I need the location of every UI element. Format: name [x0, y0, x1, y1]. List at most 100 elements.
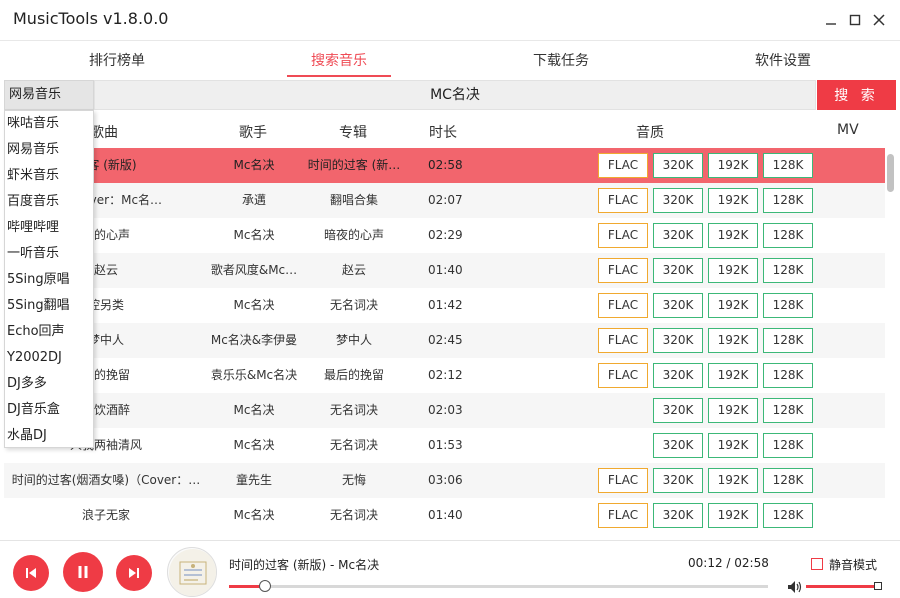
- table-row[interactable]: 后的挽留 袁乐乐&Mc名决 最后的挽留 02:12 FLAC 320K 192K 128K: [4, 358, 885, 393]
- song-album: 无悔: [341, 473, 366, 487]
- quality-128k-button[interactable]: 128K: [763, 468, 813, 493]
- progress-handle[interactable]: [259, 580, 272, 592]
- quality-128k-button[interactable]: 128K: [763, 398, 813, 423]
- quality-flac-button[interactable]: FLAC: [598, 328, 648, 353]
- source-option[interactable]: 哔哩哔哩: [5, 215, 93, 241]
- quality-flac-button[interactable]: FLAC: [598, 258, 648, 283]
- source-option[interactable]: 5Sing翻唱: [5, 293, 93, 319]
- quality-192k-button[interactable]: 192K: [708, 398, 758, 423]
- source-option[interactable]: Echo回声: [5, 319, 93, 345]
- quality-320k-button[interactable]: 320K: [653, 363, 703, 388]
- volume-handle[interactable]: [874, 582, 882, 590]
- quality-128k-button[interactable]: 128K: [763, 328, 813, 353]
- quality-192k-button[interactable]: 192K: [708, 258, 758, 283]
- source-select[interactable]: 网易音乐: [4, 80, 94, 110]
- source-option[interactable]: 5Sing原唱: [5, 267, 93, 293]
- quality-128k-button[interactable]: 128K: [763, 503, 813, 528]
- progress-bar[interactable]: [229, 580, 768, 592]
- quality-128k-button[interactable]: 128K: [763, 188, 813, 213]
- quality-192k-button[interactable]: 192K: [708, 503, 758, 528]
- source-option[interactable]: 网易音乐: [5, 137, 93, 163]
- song-album: 翻唱合集: [329, 193, 378, 207]
- quality-flac-button[interactable]: FLAC: [598, 188, 648, 213]
- song-duration: 02:07: [428, 193, 463, 207]
- song-artist: 歌者风度&Mc…: [210, 263, 298, 277]
- song-duration: 01:40: [428, 508, 463, 522]
- tab-settings[interactable]: 软件设置: [738, 41, 828, 81]
- quality-128k-button[interactable]: 128K: [763, 363, 813, 388]
- scrollbar-thumb[interactable]: [887, 154, 894, 192]
- song-title: 时间的过客(烟酒女嗓)（Cover：…: [11, 473, 201, 487]
- song-artist: Mc名决: [233, 508, 275, 522]
- active-tab-indicator: [287, 75, 391, 77]
- quality-192k-button[interactable]: 192K: [708, 188, 758, 213]
- quality-320k-button[interactable]: 320K: [653, 223, 703, 248]
- quality-320k-button[interactable]: 320K: [653, 503, 703, 528]
- source-option[interactable]: Y2002DJ: [5, 345, 93, 371]
- quality-128k-button[interactable]: 128K: [763, 223, 813, 248]
- search-input[interactable]: MC名决: [94, 80, 816, 110]
- source-option[interactable]: 虾米音乐: [5, 163, 93, 189]
- table-header: 歌曲 歌手 专辑 时长 音质 MV: [0, 112, 900, 148]
- source-option[interactable]: 百度音乐: [5, 189, 93, 215]
- quality-flac-button[interactable]: FLAC: [598, 503, 648, 528]
- volume-slider[interactable]: [806, 582, 882, 590]
- song-artist: Mc名决: [233, 403, 275, 417]
- song-artist: 童先生: [235, 473, 272, 487]
- song-album: 赵云: [341, 263, 366, 277]
- quality-320k-button[interactable]: 320K: [653, 153, 703, 178]
- table-row[interactable]: 梦中人 Mc名决&李伊曼 梦中人 02:45 FLAC 320K 192K 128K: [4, 323, 885, 358]
- quality-flac-button[interactable]: FLAC: [598, 468, 648, 493]
- search-button[interactable]: 搜 索: [817, 80, 896, 110]
- quality-192k-button[interactable]: 192K: [708, 433, 758, 458]
- table-row[interactable]: 生（Cover：Mc名… 承邁 翻唱合集 02:07 FLAC 320K 192K 128K: [4, 183, 885, 218]
- source-option[interactable]: 一听音乐: [5, 241, 93, 267]
- quality-flac-button[interactable]: FLAC: [598, 223, 648, 248]
- quality-flac-button[interactable]: FLAC: [598, 363, 648, 388]
- song-list-scrollbar[interactable]: [885, 148, 897, 540]
- table-row[interactable]: 我饮酒醉 Mc名决 无名词决 02:03 320K 192K 128K: [4, 393, 885, 428]
- quality-320k-button[interactable]: 320K: [653, 293, 703, 318]
- speaker-icon[interactable]: [787, 580, 803, 594]
- quality-192k-button[interactable]: 192K: [708, 223, 758, 248]
- table-row[interactable]: 夜的心声 Mc名决 暗夜的心声 02:29 FLAC 320K 192K 128K: [4, 218, 885, 253]
- quality-128k-button[interactable]: 128K: [763, 293, 813, 318]
- maximize-button[interactable]: [843, 8, 867, 32]
- table-row[interactable]: 时间的过客(烟酒女嗓)（Cover：… 童先生 无悔 03:06 FLAC 320K 192…: [4, 463, 885, 498]
- song-duration: 02:12: [428, 368, 463, 382]
- source-option[interactable]: 水晶DJ: [5, 423, 93, 449]
- quality-flac-button[interactable]: FLAC: [598, 153, 648, 178]
- next-button[interactable]: [116, 555, 152, 591]
- pause-button[interactable]: [63, 552, 103, 592]
- source-option[interactable]: 咪咕音乐: [5, 111, 93, 137]
- table-row[interactable]: 控另类 Mc名决 无名词决 01:42 FLAC 320K 192K 128K: [4, 288, 885, 323]
- quality-192k-button[interactable]: 192K: [708, 328, 758, 353]
- quality-192k-button[interactable]: 192K: [708, 293, 758, 318]
- quality-320k-button[interactable]: 320K: [653, 433, 703, 458]
- quality-320k-button[interactable]: 320K: [653, 258, 703, 283]
- quality-128k-button[interactable]: 128K: [763, 258, 813, 283]
- quality-flac-button[interactable]: FLAC: [598, 293, 648, 318]
- quality-128k-button[interactable]: 128K: [763, 433, 813, 458]
- header-mv: MV: [837, 122, 859, 138]
- table-row[interactable]: 人我两袖清风 Mc名决 无名词决 01:53 320K 192K 128K: [4, 428, 885, 463]
- table-row[interactable]: 浪子无家 Mc名决 无名词决 01:40 FLAC 320K 192K 128K: [4, 498, 885, 533]
- previous-button[interactable]: [13, 555, 49, 591]
- quality-192k-button[interactable]: 192K: [708, 363, 758, 388]
- table-row[interactable]: 赵云 歌者风度&Mc… 赵云 01:40 FLAC 320K 192K 128K: [4, 253, 885, 288]
- tab-charts[interactable]: 排行榜单: [72, 41, 162, 81]
- quality-192k-button[interactable]: 192K: [708, 153, 758, 178]
- source-option[interactable]: DJ多多: [5, 371, 93, 397]
- table-row[interactable]: 过客 (新版) Mc名决 时间的过客 (新… 02:58 FLAC 320K 192K 128…: [4, 148, 885, 183]
- tab-downloads[interactable]: 下载任务: [516, 41, 606, 81]
- quality-320k-button[interactable]: 320K: [653, 398, 703, 423]
- close-button[interactable]: [867, 8, 891, 32]
- source-option[interactable]: DJ音乐盒: [5, 397, 93, 423]
- quality-320k-button[interactable]: 320K: [653, 328, 703, 353]
- quality-128k-button[interactable]: 128K: [763, 153, 813, 178]
- quality-320k-button[interactable]: 320K: [653, 188, 703, 213]
- quality-320k-button[interactable]: 320K: [653, 468, 703, 493]
- quality-192k-button[interactable]: 192K: [708, 468, 758, 493]
- minimize-button[interactable]: [819, 8, 843, 32]
- mute-checkbox[interactable]: [811, 558, 823, 570]
